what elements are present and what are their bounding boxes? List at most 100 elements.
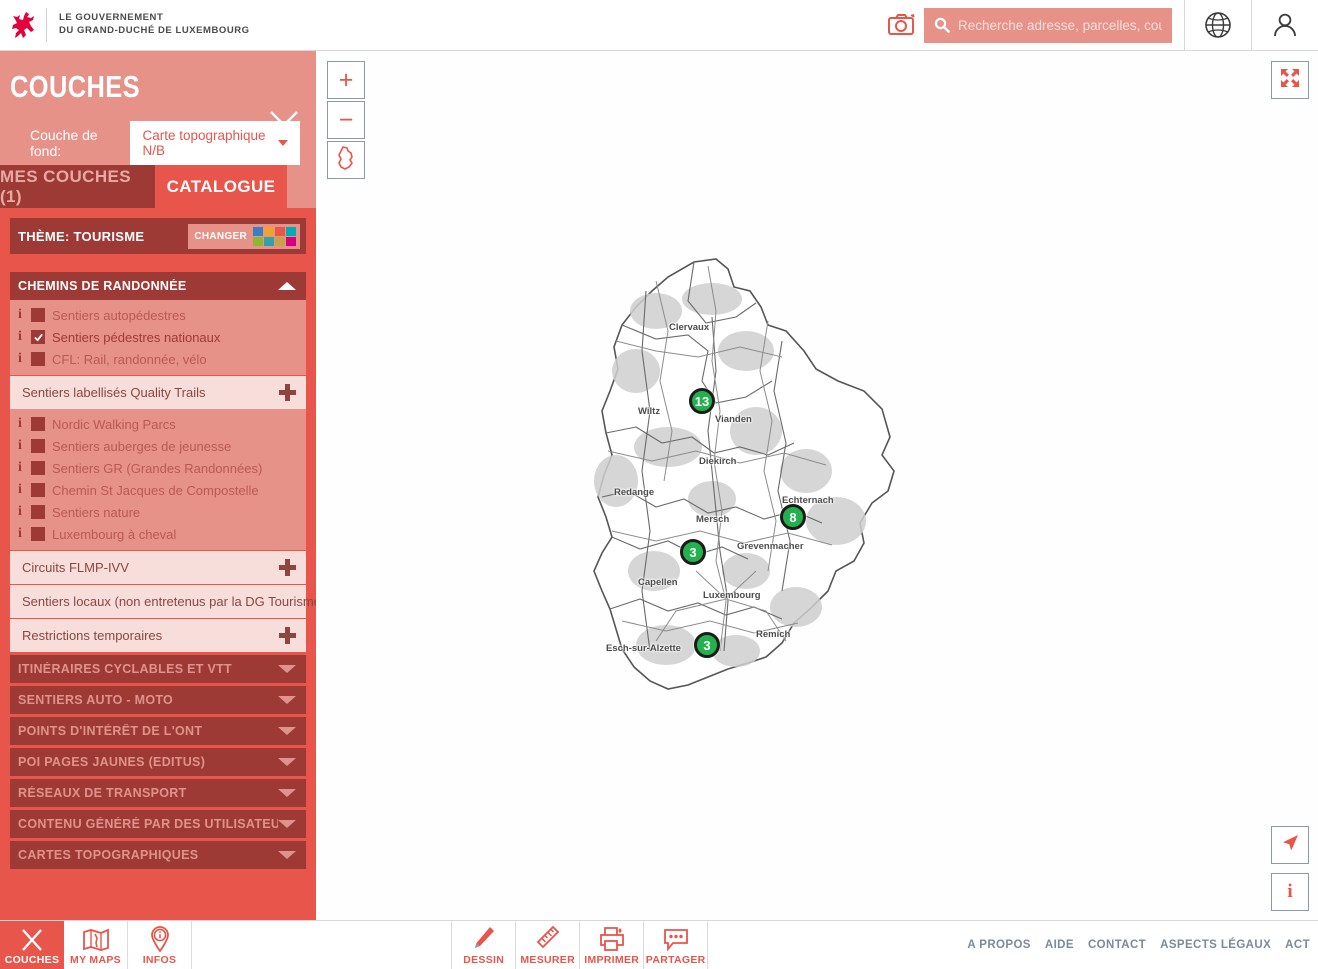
cluster-marker[interactable]: 3 bbox=[680, 539, 706, 565]
search-bar[interactable] bbox=[924, 7, 1172, 43]
catalogue-body[interactable]: THÈME: TOURISME CHANGER CHEMINS DE RANDO… bbox=[0, 208, 316, 920]
layer-info-icon[interactable]: i bbox=[18, 460, 31, 476]
category-header[interactable]: ITINÉRAIRES CYCLABLES ET VTT bbox=[10, 655, 306, 683]
tab-filler bbox=[287, 165, 316, 208]
fullscreen-button[interactable] bbox=[1271, 61, 1309, 99]
layer-info-icon[interactable]: i bbox=[18, 351, 31, 367]
tab-mes-couches[interactable]: MES COUCHES (1) bbox=[0, 165, 155, 208]
category-title: CHEMINS DE RANDONNÉE bbox=[18, 279, 187, 293]
cluster-marker[interactable]: 3 bbox=[694, 632, 720, 658]
footer-link-apropos[interactable]: A PROPOS bbox=[967, 939, 1030, 951]
layer-checkbox[interactable] bbox=[31, 527, 45, 541]
bottom-toolbar: COUCHES MY MAPS INFOS DESSIN MESURER IMP… bbox=[0, 920, 1318, 969]
luxembourg-outline-icon bbox=[336, 145, 356, 175]
layer-info-icon[interactable]: i bbox=[18, 416, 31, 432]
category-header[interactable]: POI PAGES JAUNES (EDITUS) bbox=[10, 748, 306, 776]
subgroup-row[interactable]: Restrictions temporaires bbox=[10, 619, 306, 652]
geolocate-button[interactable] bbox=[1271, 826, 1309, 864]
layer-info-icon[interactable]: i bbox=[18, 526, 31, 542]
layer-info-icon[interactable]: i bbox=[18, 504, 31, 520]
category-header[interactable]: CARTES TOPOGRAPHIQUES bbox=[10, 841, 306, 869]
layer-info-icon[interactable]: i bbox=[18, 482, 31, 498]
city-label: Vianden bbox=[715, 414, 752, 425]
change-theme-button[interactable]: CHANGER bbox=[188, 223, 300, 249]
bottombar-label: MY MAPS bbox=[70, 954, 121, 966]
bottombar-mymaps-button[interactable]: MY MAPS bbox=[64, 921, 128, 969]
layer-row[interactable]: i Sentiers pédestres nationaux bbox=[10, 326, 306, 348]
layer-info-icon[interactable]: i bbox=[18, 329, 31, 345]
panel-tabs: MES COUCHES (1) CATALOGUE bbox=[0, 165, 316, 208]
bottombar-dessin-button[interactable]: DESSIN bbox=[452, 921, 517, 969]
zoom-in-button[interactable]: + bbox=[327, 61, 365, 99]
triangle-down-icon bbox=[278, 665, 296, 673]
bottombar-imprimer-button[interactable]: IMPRIMER bbox=[580, 921, 645, 969]
globe-icon[interactable] bbox=[1185, 0, 1251, 51]
layer-checkbox[interactable] bbox=[31, 439, 45, 453]
category-header[interactable]: RÉSEAUX DE TRANSPORT bbox=[10, 779, 306, 807]
bottombar-partager-button[interactable]: PARTAGER bbox=[644, 921, 709, 969]
footer-link-aide[interactable]: AIDE bbox=[1045, 939, 1074, 951]
country-outline bbox=[593, 258, 895, 690]
map-info-button[interactable]: i bbox=[1271, 873, 1309, 911]
subgroup-label: Sentiers labellisés Quality Trails bbox=[22, 385, 206, 400]
category-title: CARTES TOPOGRAPHIQUES bbox=[18, 848, 199, 862]
cluster-marker[interactable]: 13 bbox=[689, 388, 715, 414]
category-header[interactable]: CONTENU GÉNÉRÉ PAR DES UTILISATEURS INDI… bbox=[10, 810, 306, 838]
category-points-interet-ont: POINTS D'INTÉRÊT DE L'ONT bbox=[10, 717, 306, 745]
close-icon[interactable] bbox=[268, 109, 300, 141]
category-reseaux-de-transport: RÉSEAUX DE TRANSPORT bbox=[10, 779, 306, 807]
subgroup-row[interactable]: Circuits FLMP-IVV bbox=[10, 551, 306, 584]
layer-row[interactable]: i Sentiers auberges de jeunesse bbox=[10, 435, 306, 457]
zoom-extent-button[interactable] bbox=[327, 141, 365, 179]
subgroup-row[interactable]: Sentiers locaux (non entretenus par la D… bbox=[10, 585, 316, 618]
category-header[interactable]: POINTS D'INTÉRÊT DE L'ONT bbox=[10, 717, 306, 745]
layer-checkbox[interactable] bbox=[31, 505, 45, 519]
bottombar-couches-button[interactable]: COUCHES bbox=[0, 921, 64, 969]
zoom-out-button[interactable]: − bbox=[327, 101, 365, 139]
search-input[interactable] bbox=[958, 17, 1162, 33]
background-layer-label: Couche de fond: bbox=[30, 127, 98, 159]
layer-checkbox[interactable] bbox=[31, 308, 45, 322]
camera-icon[interactable] bbox=[880, 0, 924, 51]
layer-row[interactable]: i CFL: Rail, randonnée, vélo bbox=[10, 348, 306, 370]
category-header[interactable]: CHEMINS DE RANDONNÉE bbox=[10, 272, 306, 300]
city-label: Wiltz bbox=[638, 406, 661, 417]
footer-link-contact[interactable]: CONTACT bbox=[1088, 939, 1146, 951]
cluster-marker[interactable]: 8 bbox=[780, 504, 806, 530]
city-label: Clervaux bbox=[669, 322, 710, 333]
layer-row[interactable]: i Nordic Walking Parcs bbox=[10, 413, 306, 435]
tab-catalogue[interactable]: CATALOGUE bbox=[155, 165, 287, 208]
layer-row[interactable]: i Sentiers nature bbox=[10, 501, 306, 523]
map-viewport[interactable]: Clervaux Wiltz Vianden Diekirch Redange … bbox=[316, 51, 1318, 920]
layer-checkbox[interactable] bbox=[31, 330, 45, 344]
category-header[interactable]: SENTIERS AUTO - MOTO bbox=[10, 686, 306, 714]
city-label: Grevenmacher bbox=[737, 541, 804, 552]
luxembourg-lion-icon[interactable] bbox=[0, 0, 46, 51]
layer-group: i Sentiers autopédestres i Sentiers péde… bbox=[10, 300, 306, 375]
footer-links: A PROPOS AIDE CONTACT ASPECTS LÉGAUX ACT bbox=[967, 921, 1318, 969]
layer-checkbox[interactable] bbox=[31, 417, 45, 431]
bottombar-infos-button[interactable]: INFOS bbox=[128, 921, 192, 969]
layer-label: Luxembourg à cheval bbox=[52, 526, 177, 542]
info-icon: i bbox=[1287, 881, 1293, 902]
layer-checkbox[interactable] bbox=[31, 483, 45, 497]
share-bubble-icon bbox=[662, 926, 690, 952]
layer-row[interactable]: i Sentiers GR (Grandes Randonnées) bbox=[10, 457, 306, 479]
footer-link-actualites[interactable]: ACT bbox=[1285, 939, 1310, 951]
layer-row[interactable]: i Chemin St Jacques de Compostelle bbox=[10, 479, 306, 501]
layer-info-icon[interactable]: i bbox=[18, 307, 31, 323]
layer-info-icon[interactable]: i bbox=[18, 438, 31, 454]
category-title: POI PAGES JAUNES (EDITUS) bbox=[18, 755, 206, 769]
change-theme-label: CHANGER bbox=[194, 230, 247, 242]
layer-row[interactable]: i Sentiers autopédestres bbox=[10, 304, 306, 326]
layer-label: Nordic Walking Parcs bbox=[52, 416, 176, 432]
user-icon[interactable] bbox=[1252, 0, 1318, 51]
subgroup-row[interactable]: Sentiers labellisés Quality Trails bbox=[10, 376, 306, 409]
layer-checkbox[interactable] bbox=[31, 352, 45, 366]
bottombar-label: INFOS bbox=[142, 954, 177, 966]
layer-checkbox[interactable] bbox=[31, 461, 45, 475]
top-header: LE GOUVERNEMENT DU GRAND-DUCHÉ DE LUXEMB… bbox=[0, 0, 1318, 51]
layer-row[interactable]: i Luxembourg à cheval bbox=[10, 523, 306, 545]
footer-link-aspects-legaux[interactable]: ASPECTS LÉGAUX bbox=[1160, 939, 1271, 951]
bottombar-mesurer-button[interactable]: MESURER bbox=[516, 921, 581, 969]
